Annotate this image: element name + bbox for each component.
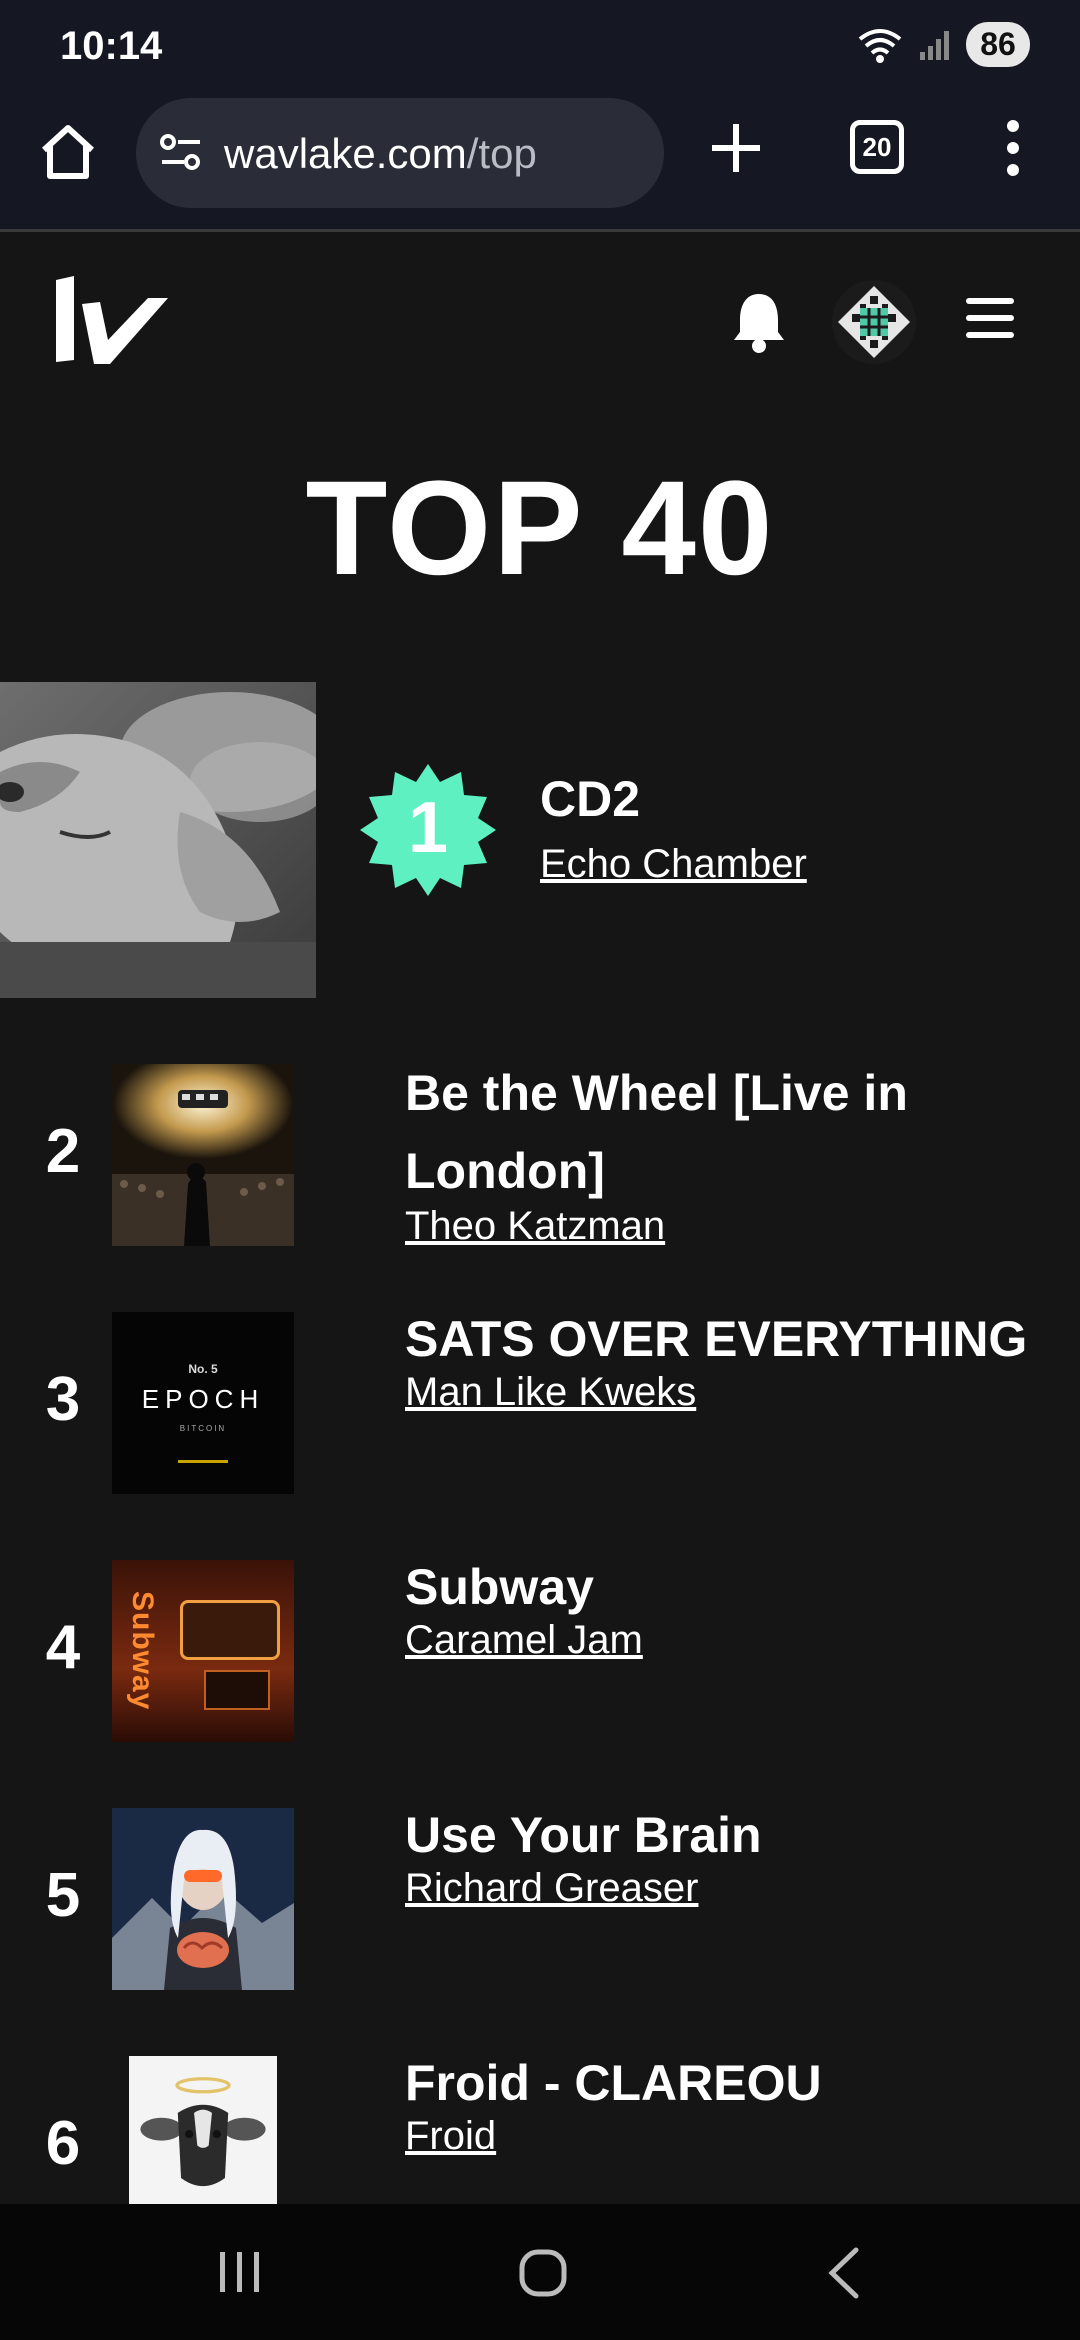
track-rank: 3 <box>45 1365 81 1434</box>
url-domain: wavlake.com <box>224 130 467 177</box>
track-artist-link[interactable]: Theo Katzman <box>405 1204 665 1249</box>
user-avatar[interactable] <box>832 280 916 364</box>
track-title[interactable]: Subway <box>405 1548 1045 1626</box>
track-row[interactable]: 2 Be the Wheel [Live in London] Theo Kat… <box>0 1064 1080 1264</box>
back-icon[interactable] <box>826 2246 862 2300</box>
album-art-epoch[interactable]: No. 5 EPOCH BITCOIN <box>112 1312 294 1494</box>
album-art-word: Subway <box>126 1591 159 1711</box>
signal-icon <box>920 30 949 60</box>
page-title: TOP 40 <box>305 454 775 603</box>
featured-track[interactable]: 1 CD2 Echo Chamber <box>0 682 1080 998</box>
tab-switcher-button[interactable]: 20 <box>850 120 904 174</box>
track-title[interactable]: SATS OVER EVERYTHING <box>405 1300 1045 1378</box>
status-icons: 86 <box>856 22 1030 67</box>
track-rank: 6 <box>45 2109 81 2178</box>
track-artist-link[interactable]: Man Like Kweks <box>405 1370 696 1415</box>
album-art-subway[interactable]: Subway <box>112 1560 294 1742</box>
album-art-cow[interactable] <box>112 2056 294 2204</box>
track-artist-link[interactable]: Richard Greaser <box>405 1866 698 1911</box>
album-art-sign <box>180 1600 280 1660</box>
featured-artist-link[interactable]: Echo Chamber <box>540 842 807 887</box>
album-art-plaque <box>204 1670 270 1710</box>
url-text[interactable]: wavlake.com/top <box>224 130 537 178</box>
track-rank: 4 <box>45 1613 81 1682</box>
browser-toolbar: wavlake.com/top 20 <box>0 90 1080 232</box>
track-rank: 5 <box>45 1861 81 1930</box>
notifications-bell-icon[interactable] <box>730 290 788 354</box>
wifi-icon <box>858 28 902 63</box>
new-tab-icon[interactable] <box>706 118 766 178</box>
album-art-number: No. 5 <box>188 1362 218 1376</box>
track-rank: 2 <box>45 1117 81 1186</box>
album-art-signature <box>178 1460 228 1463</box>
battery-badge: 86 <box>966 22 1030 67</box>
system-nav-bar <box>0 2204 1080 2340</box>
album-art-word: EPOCH <box>141 1384 265 1414</box>
track-title[interactable]: Use Your Brain <box>405 1796 1045 1874</box>
address-bar[interactable]: wavlake.com/top <box>136 98 664 208</box>
track-row[interactable]: 5 Use Your Brain Richard Greaser <box>0 1807 1080 2008</box>
avatar-pattern-icon <box>832 280 916 364</box>
more-options-icon[interactable] <box>998 118 1028 178</box>
site-settings-icon[interactable] <box>158 130 204 176</box>
featured-rank: 1 <box>408 788 448 868</box>
home-icon[interactable] <box>36 120 100 184</box>
rank-one-starburst: 1 <box>360 764 496 896</box>
featured-title[interactable]: CD2 <box>540 770 640 828</box>
track-row[interactable]: 3 No. 5 EPOCH BITCOIN SATS OVER EVERYTHI… <box>0 1311 1080 1512</box>
track-artist-link[interactable]: Froid <box>405 2114 496 2159</box>
status-time: 10:14 <box>60 24 163 68</box>
site-header <box>0 232 1080 412</box>
wavlake-logo[interactable] <box>52 274 170 366</box>
recent-apps-icon[interactable] <box>216 2250 264 2294</box>
album-art-concert[interactable] <box>112 1064 294 1246</box>
status-bar: 10:14 86 <box>0 0 1080 90</box>
track-artist-link[interactable]: Caramel Jam <box>405 1618 643 1663</box>
album-art-sleeping-dog[interactable] <box>0 682 316 998</box>
album-art-brain[interactable] <box>112 1808 294 1990</box>
track-row[interactable]: 4 Subway Subway Caramel Jam <box>0 1559 1080 1760</box>
nav-home-icon[interactable] <box>518 2248 568 2298</box>
url-path: /top <box>466 130 537 177</box>
hamburger-menu-icon[interactable] <box>964 294 1016 342</box>
track-title[interactable]: Froid - CLAREOU <box>405 2044 1045 2122</box>
album-art-subtitle: BITCOIN <box>179 1424 227 1433</box>
track-title[interactable]: Be the Wheel [Live in London] <box>405 1054 1045 1210</box>
